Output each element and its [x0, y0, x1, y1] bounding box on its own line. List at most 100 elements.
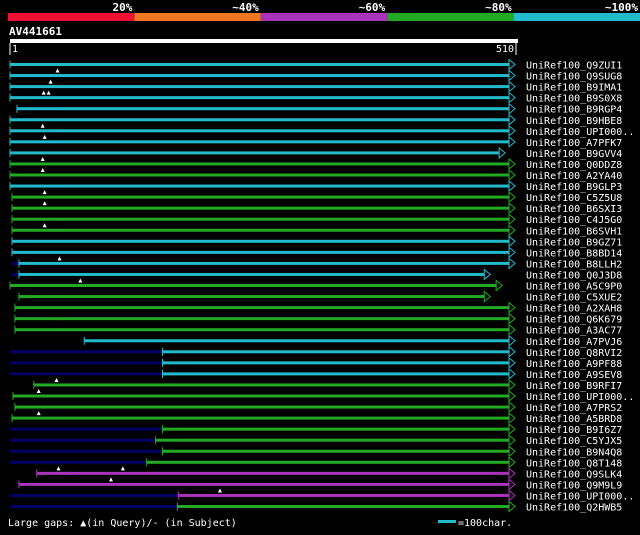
- hit-label-4: UniRef100_B9S0X8: [526, 94, 622, 105]
- hit-label-17: UniRef100_B9GZ71: [526, 237, 622, 248]
- legend-label-4: ~80%: [485, 1, 512, 14]
- hit-bar-28: [162, 361, 509, 365]
- hit-bar-8: [10, 140, 509, 144]
- hit-label-12: UniRef100_B9GLP3: [526, 182, 622, 193]
- hit-bar-35: [155, 438, 510, 442]
- hit-bar-3: [10, 85, 509, 89]
- hit-label-23: UniRef100_A2XAH8: [526, 304, 622, 315]
- hit-bar-31: [12, 394, 510, 398]
- hit-bar-11: [10, 173, 509, 177]
- query-name: AV441661: [9, 25, 62, 38]
- legend-swatch-1: [8, 13, 135, 21]
- query-start-label: 1: [12, 44, 18, 55]
- hit-label-28: UniRef100_A9PF88: [526, 359, 622, 370]
- legend-label-5: ~100%: [605, 1, 638, 14]
- hit-label-33: UniRef100_A5BRD8: [526, 414, 622, 425]
- hit-bar-40: [178, 493, 509, 497]
- hit-label-16: UniRef100_B6SVH1: [526, 226, 622, 237]
- scale-label: =100char.: [458, 518, 512, 529]
- legend-swatch-4: [387, 13, 514, 21]
- hit-bar-6: [10, 118, 509, 122]
- hit-bar-13: [11, 195, 510, 199]
- hit-label-8: UniRef100_A7PFK7: [526, 138, 622, 149]
- hit-bar-33: [11, 416, 510, 420]
- hit-bar-24: [14, 317, 509, 321]
- legend-swatch-3: [260, 13, 388, 21]
- hit-bar-1: [10, 63, 509, 66]
- hit-label-35: UniRef100_C5YJX5: [526, 436, 622, 447]
- hit-bar-25: [14, 328, 509, 332]
- hit-label-5: UniRef100_B9RGP4: [526, 105, 622, 116]
- hit-label-31: UniRef100_UPI000..: [526, 392, 634, 403]
- hit-label-7: UniRef100_UPI000..: [526, 127, 634, 138]
- scale-swatch: [438, 520, 456, 523]
- hit-bar-38: [36, 471, 510, 475]
- hit-label-3: UniRef100_B9IMA1: [526, 83, 622, 94]
- hit-label-15: UniRef100_C4J5G0: [526, 215, 622, 226]
- legend-label-1: 20%: [113, 1, 133, 14]
- blast-alignment-graphic: 20% ~40% ~60% ~80% ~100% AV441661 1 510 UniRef10…: [0, 0, 640, 531]
- hit-label-41: UniRef100_Q2HWB5: [526, 503, 622, 514]
- hit-label-40: UniRef100_UPI000..: [526, 491, 634, 502]
- hit-bar-21: [10, 284, 497, 287]
- hit-bar-34: [162, 427, 509, 431]
- hit-label-22: UniRef100_C5XUE2: [526, 293, 622, 304]
- hit-label-24: UniRef100_Q6K679: [526, 315, 622, 326]
- hit-bar-30: [33, 383, 509, 387]
- hit-label-18: UniRef100_B8BD14: [526, 248, 622, 259]
- hit-label-20: UniRef100_Q0J3D8: [526, 270, 622, 281]
- hit-bar-20: [18, 272, 485, 276]
- legend-swatch-2: [134, 13, 261, 21]
- hit-bar-10: [10, 162, 509, 166]
- hit-label-30: UniRef100_B9RFI7: [526, 381, 622, 392]
- hit-label-1: UniRef100_Q9ZUI1: [526, 61, 622, 72]
- hit-label-10: UniRef100_Q0DDZ8: [526, 160, 622, 171]
- hit-label-25: UniRef100_A3AC77: [526, 326, 622, 337]
- hit-label-13: UniRef100_C5Z5U8: [526, 193, 622, 204]
- hit-label-27: UniRef100_Q8RVI2: [526, 348, 622, 359]
- hit-bar-27: [162, 350, 509, 354]
- hit-label-34: UniRef100_B9I6Z7: [526, 425, 622, 436]
- hit-bar-15: [11, 217, 510, 221]
- hit-bar-23: [14, 306, 509, 310]
- alignment-canvas: 20% ~40% ~60% ~80% ~100% AV441661 1 510 UniRef10…: [0, 0, 640, 531]
- legend-label-3: ~60%: [359, 1, 386, 14]
- hit-bar-19: [18, 261, 509, 265]
- hit-label-11: UniRef100_A2YA40: [526, 171, 622, 182]
- hit-bar-39: [18, 482, 509, 486]
- hit-label-39: UniRef100_Q9M9L9: [526, 480, 622, 491]
- legend-label-2: ~40%: [232, 1, 259, 14]
- hit-bar-29: [162, 372, 509, 376]
- hit-label-38: UniRef100_Q9SLK4: [526, 469, 622, 480]
- hit-bar-9: [10, 151, 500, 155]
- hit-bar-12: [10, 184, 509, 188]
- hit-bar-26: [84, 339, 510, 343]
- hit-label-32: UniRef100_A7PRS2: [526, 403, 622, 414]
- hit-bar-16: [11, 228, 510, 232]
- hit-label-21: UniRef100_A5C9P0: [526, 282, 622, 293]
- hit-label-9: UniRef100_B9GVV4: [526, 149, 622, 160]
- hit-bar-36: [162, 449, 509, 453]
- hit-label-2: UniRef100_Q9SUG8: [526, 72, 622, 83]
- hit-label-36: UniRef100_B9N4Q8: [526, 447, 622, 458]
- legend-swatch-5: [513, 13, 640, 21]
- hit-bar-17: [11, 239, 510, 243]
- hit-label-14: UniRef100_B6SXI3: [526, 204, 622, 215]
- hit-bar-32: [14, 405, 509, 409]
- hit-bar-4: [10, 96, 509, 100]
- hit-bar-7: [10, 129, 509, 133]
- query-end-label: 510: [496, 44, 514, 55]
- hit-bar-14: [11, 206, 510, 210]
- query-bar: [10, 39, 518, 43]
- hit-bar-2: [10, 74, 509, 78]
- hit-label-26: UniRef100_A7PVJ6: [526, 337, 622, 348]
- hit-label-19: UniRef100_B8LLH2: [526, 259, 622, 270]
- hit-bar-41: [177, 505, 509, 508]
- hit-bar-37: [146, 460, 509, 464]
- gaps-legend: Large gaps: ▲(in Query)/- (in Subject): [8, 518, 237, 529]
- hit-label-6: UniRef100_B9HBE8: [526, 116, 622, 127]
- hit-bar-5: [16, 107, 509, 111]
- hit-label-29: UniRef100_A9SEV8: [526, 370, 622, 381]
- hit-bar-18: [11, 250, 510, 254]
- hit-label-37: UniRef100_Q8T148: [526, 458, 622, 469]
